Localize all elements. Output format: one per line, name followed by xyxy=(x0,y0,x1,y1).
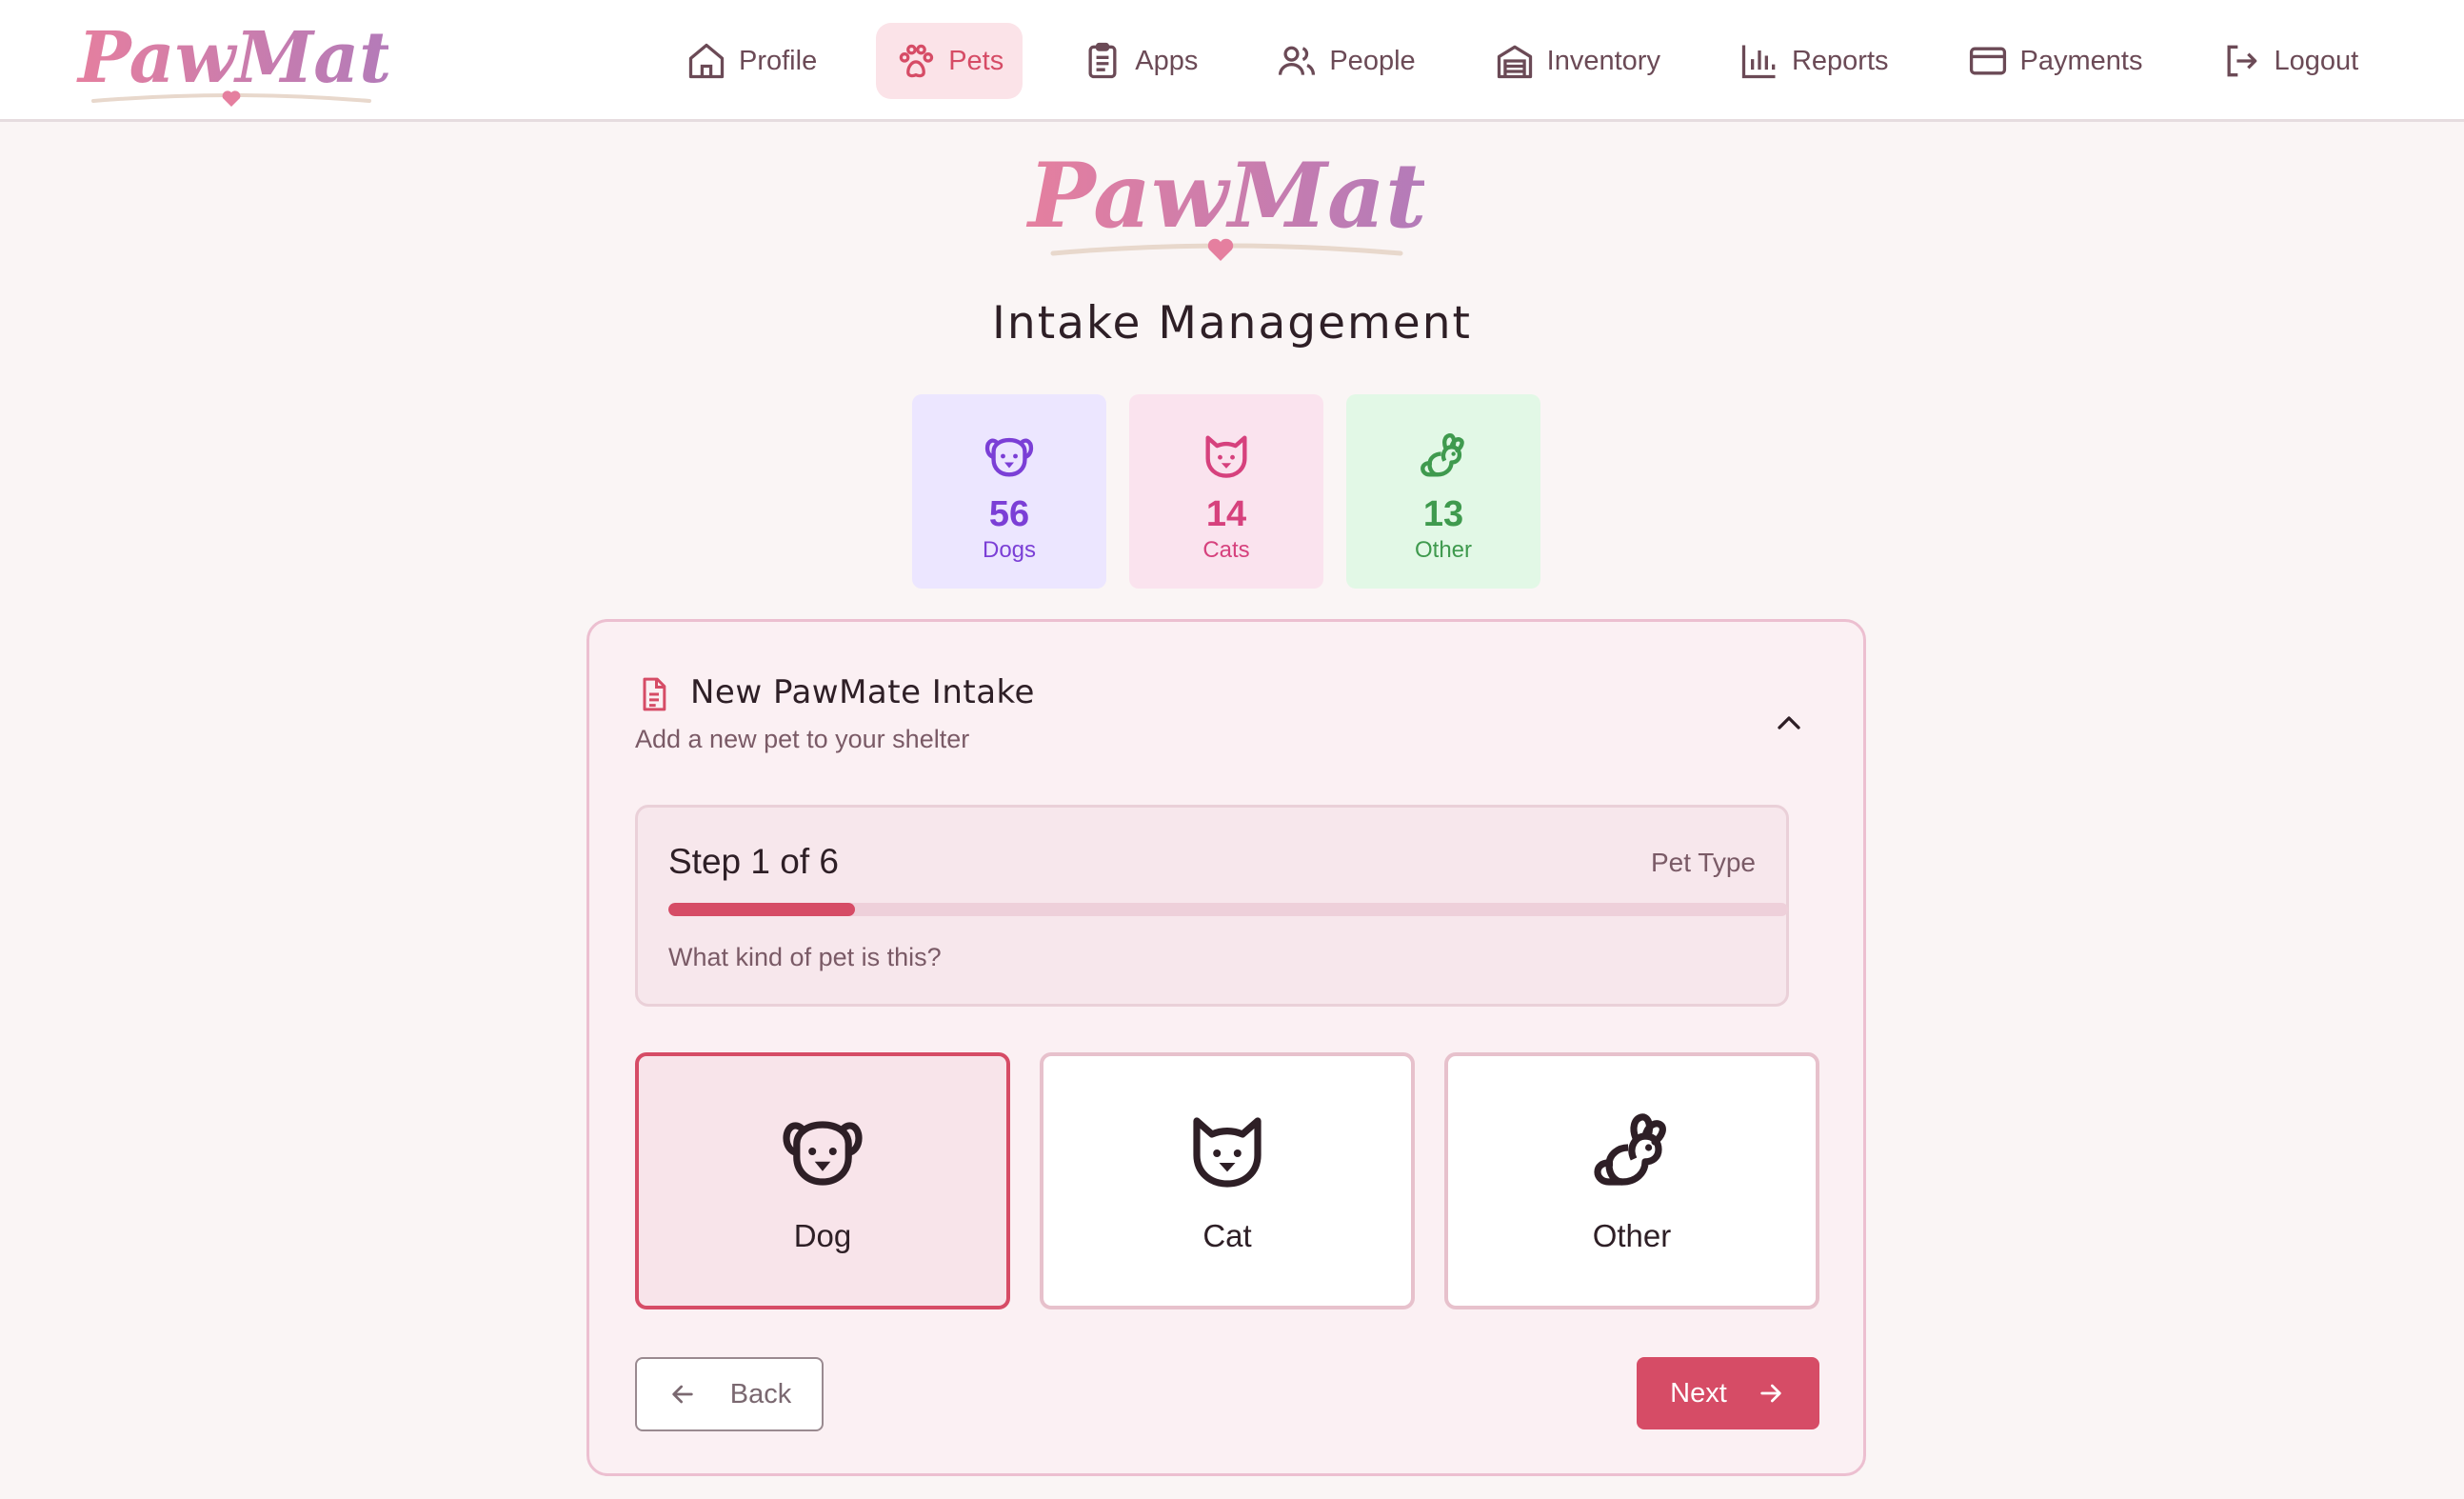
nav-item-reports[interactable]: Reports xyxy=(1719,23,1908,99)
nav-label: Pets xyxy=(948,45,1004,76)
warehouse-icon xyxy=(1494,40,1536,82)
paw-icon xyxy=(895,40,937,82)
nav-label: Apps xyxy=(1135,45,1199,76)
dog-icon xyxy=(982,429,1037,484)
document-icon xyxy=(635,675,673,713)
top-navbar: PawMates Profile Pets Apps People Invent… xyxy=(0,0,2464,122)
stat-value: 13 xyxy=(1422,494,1464,534)
nav-label: People xyxy=(1329,45,1416,76)
rabbit-icon xyxy=(1416,429,1471,484)
nav-label: Payments xyxy=(2019,45,2143,76)
stat-value: 14 xyxy=(1205,494,1247,534)
step-question: What kind of pet is this? xyxy=(668,943,942,971)
choice-dog[interactable]: Dog xyxy=(635,1052,1010,1309)
cat-icon xyxy=(1182,1106,1273,1197)
choice-label: Dog xyxy=(793,1218,852,1253)
choice-label: Other xyxy=(1592,1218,1672,1253)
choice-other[interactable]: Other xyxy=(1444,1052,1819,1309)
clipboard-icon xyxy=(1082,40,1123,82)
pawmates-logo-large: PawMates xyxy=(1025,144,1424,261)
stat-card-cats: 14 Cats xyxy=(1129,394,1323,589)
stat-value: 56 xyxy=(988,494,1030,534)
chevron-up-icon[interactable] xyxy=(1770,704,1808,742)
arrow-right-icon xyxy=(1756,1378,1786,1409)
step-indicator: Step 1 of 6 Pet Type What kind of pet is… xyxy=(635,805,1789,1007)
stat-label: Cats xyxy=(1202,537,1250,563)
nav-item-pets[interactable]: Pets xyxy=(876,23,1023,99)
nav-item-profile[interactable]: Profile xyxy=(666,23,836,99)
nav-item-logout[interactable]: Logout xyxy=(2201,23,2377,99)
back-button[interactable]: Back xyxy=(635,1357,824,1431)
nav-label: Inventory xyxy=(1546,45,1660,76)
page-title: Intake Management xyxy=(992,297,1472,350)
progress-bar xyxy=(668,903,1788,916)
pet-type-choices: Dog Cat Other xyxy=(635,1052,1819,1309)
users-icon xyxy=(1276,40,1318,82)
credit-card-icon xyxy=(1967,40,2009,82)
svg-text:PawMates: PawMates xyxy=(1025,144,1424,249)
step-label: Step 1 of 6 xyxy=(668,842,839,881)
stat-card-dogs: 56 Dogs xyxy=(912,394,1106,589)
nav-item-payments[interactable]: Payments xyxy=(1948,23,2162,99)
nav-item-inventory[interactable]: Inventory xyxy=(1475,23,1679,99)
cat-icon xyxy=(1199,429,1254,484)
choice-cat[interactable]: Cat xyxy=(1040,1052,1415,1309)
home-icon xyxy=(686,40,727,82)
choice-label: Cat xyxy=(1202,1218,1252,1253)
svg-text:PawMates: PawMates xyxy=(76,17,388,99)
nav-label: Logout xyxy=(2274,45,2359,76)
nav-label: Reports xyxy=(1791,45,1889,76)
arrow-left-icon xyxy=(667,1379,698,1409)
stat-label: Other xyxy=(1414,537,1473,563)
step-name: Pet Type xyxy=(1650,848,1756,877)
stat-card-other: 13 Other xyxy=(1346,394,1540,589)
pawmates-logo[interactable]: PawMates xyxy=(74,8,388,114)
stat-label: Dogs xyxy=(982,537,1037,563)
nav-label: Profile xyxy=(739,45,818,76)
intake-card: New PawMate Intake Add a new pet to your… xyxy=(586,619,1866,1476)
nav-item-apps[interactable]: Apps xyxy=(1063,23,1217,99)
main-nav: Profile Pets Apps People Inventory Repor… xyxy=(666,23,2377,99)
next-button[interactable]: Next xyxy=(1637,1357,1819,1429)
rabbit-icon xyxy=(1586,1106,1678,1197)
dog-icon xyxy=(777,1106,868,1197)
nav-item-people[interactable]: People xyxy=(1257,23,1434,99)
progress-fill xyxy=(668,903,856,916)
intake-subtitle: Add a new pet to your shelter xyxy=(635,725,970,753)
stats-row: 56 Dogs 14 Cats 13 Other xyxy=(912,394,1540,589)
next-label: Next xyxy=(1670,1377,1727,1409)
back-label: Back xyxy=(729,1378,792,1409)
intake-title: New PawMate Intake xyxy=(690,673,1035,711)
bar-chart-icon xyxy=(1739,40,1780,82)
logout-icon xyxy=(2220,40,2262,82)
